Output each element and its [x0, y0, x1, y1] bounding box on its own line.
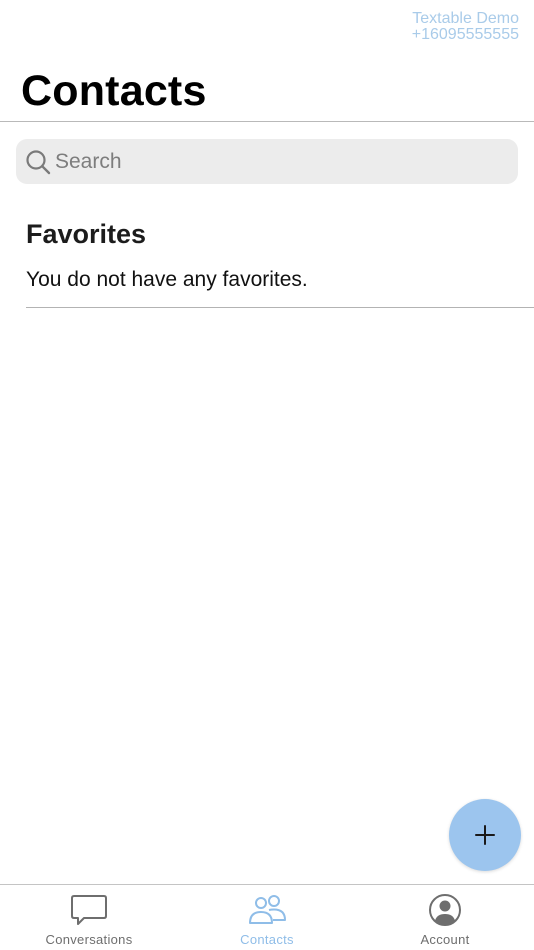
contacts-screen: Textable Demo +16095555555 Contacts Favo…	[0, 0, 534, 950]
tab-label-contacts: Contacts	[240, 932, 294, 947]
tab-conversations[interactable]: Conversations	[0, 885, 178, 950]
account-name: Textable Demo	[412, 10, 519, 27]
favorites-title: Favorites	[26, 219, 147, 249]
user-circle-icon	[429, 894, 461, 926]
search-input[interactable]	[55, 149, 495, 174]
search-icon	[26, 149, 51, 174]
tab-label-account: Account	[420, 932, 470, 947]
tab-account[interactable]: Account	[356, 885, 534, 950]
plus-icon	[475, 825, 495, 845]
people-icon	[249, 895, 286, 924]
account-info: Textable Demo +16095555555	[412, 11, 519, 43]
tab-bar: Conversations Contacts Account	[0, 884, 534, 950]
page-title: Contacts	[21, 67, 207, 115]
header-divider	[0, 121, 534, 122]
add-contact-button[interactable]	[449, 799, 521, 871]
tab-contacts[interactable]: Contacts	[178, 885, 356, 950]
chat-bubble-icon	[71, 895, 107, 925]
tab-label-conversations: Conversations	[45, 932, 133, 947]
favorites-empty-message: You do not have any favorites.	[26, 268, 308, 291]
search-bar[interactable]	[16, 139, 518, 184]
account-phone: +16095555555	[411, 26, 519, 43]
favorites-divider	[26, 307, 534, 308]
